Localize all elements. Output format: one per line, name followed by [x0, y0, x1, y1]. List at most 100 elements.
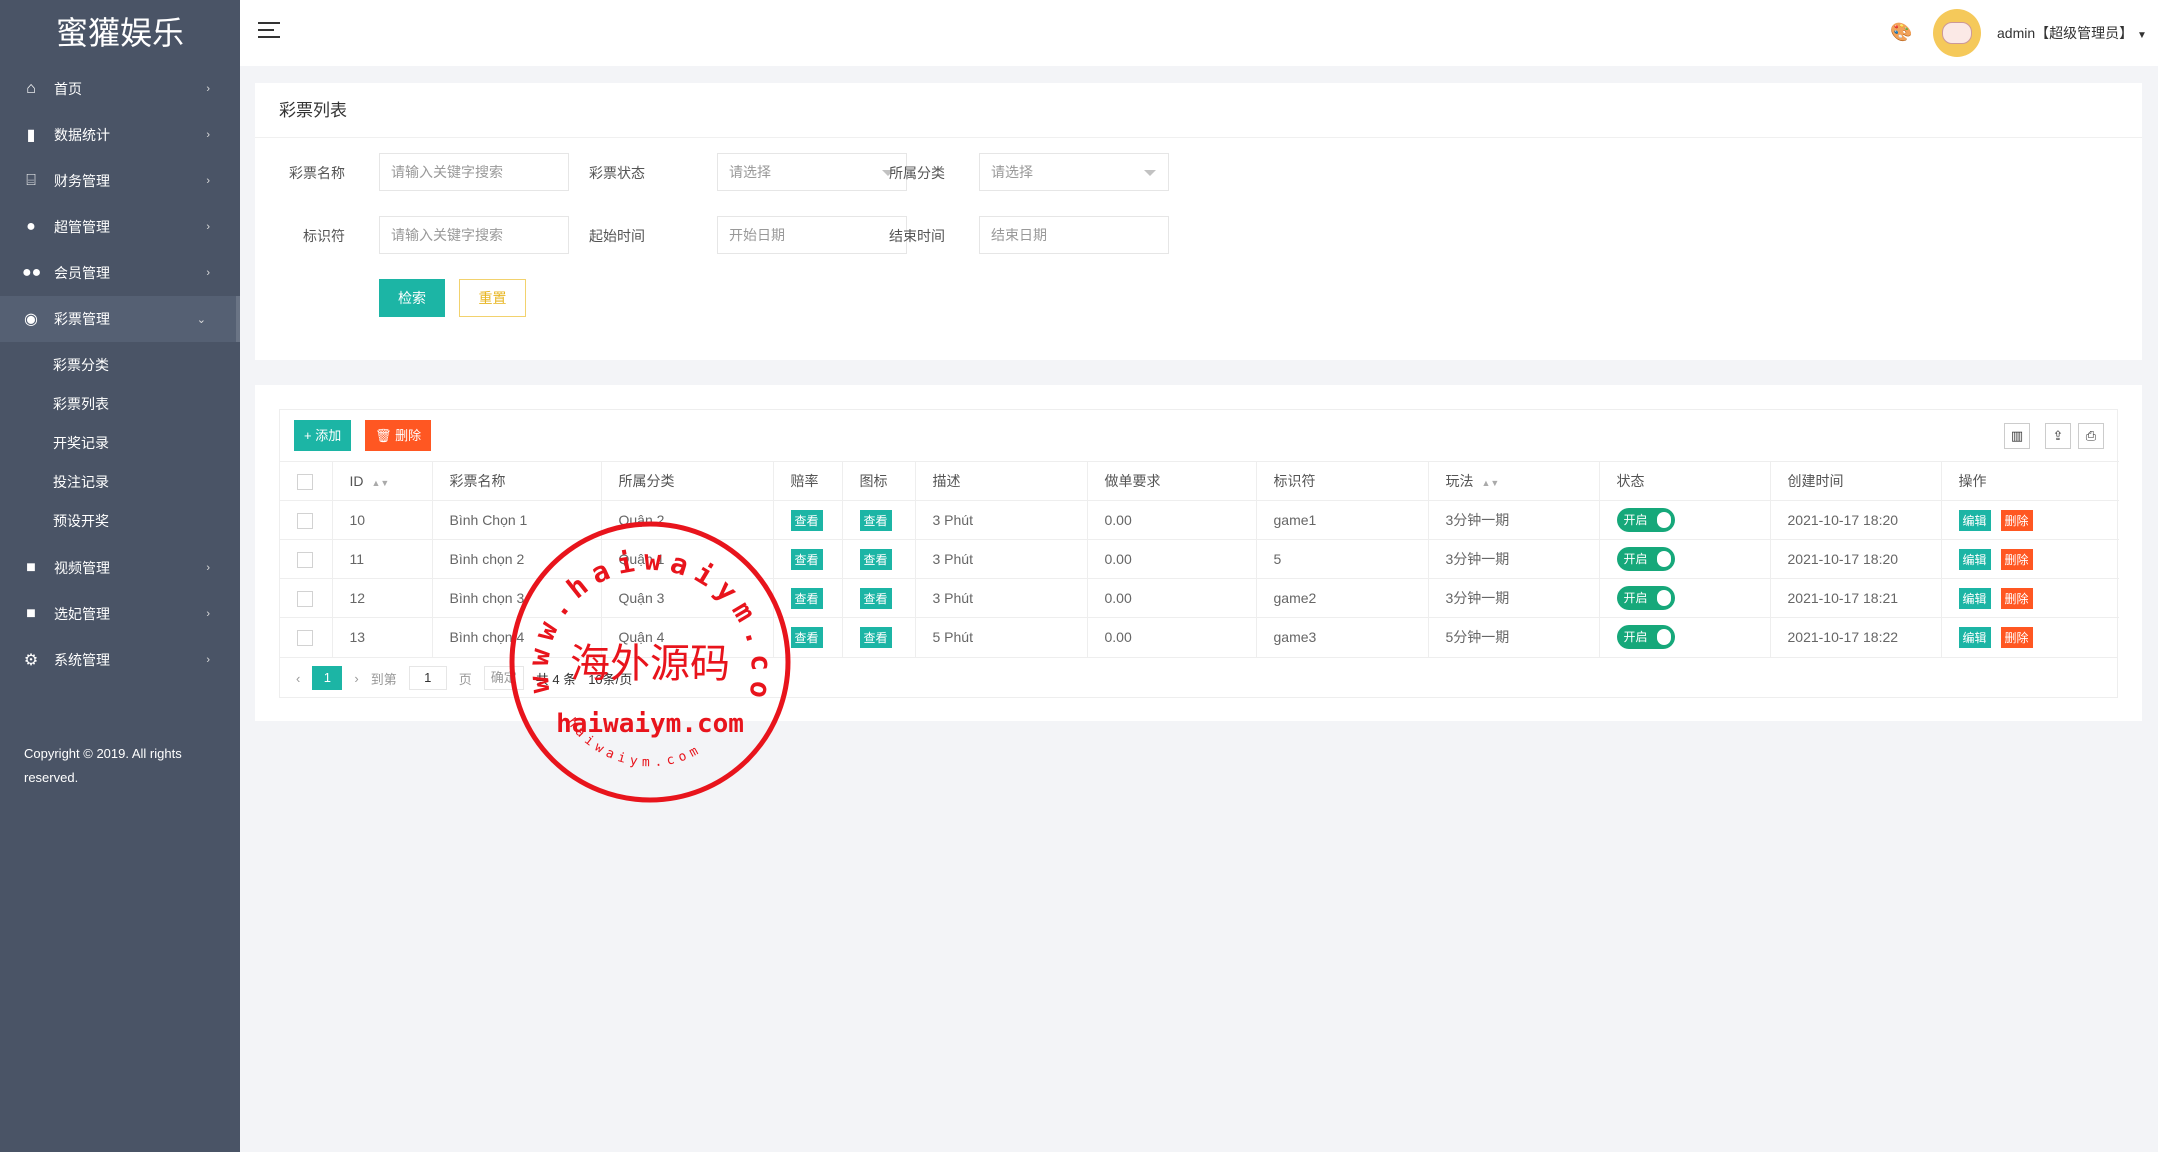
cell-code: game2	[1256, 578, 1429, 618]
export-icon[interactable]: ⇪	[2045, 423, 2071, 449]
cell-id: 12	[332, 578, 433, 618]
cell-created: 2021-10-17 18:21	[1770, 578, 1942, 618]
column-header: 状态	[1599, 461, 1771, 501]
view-odds-button[interactable]: 查看	[790, 587, 823, 609]
edit-button[interactable]: 编辑	[1958, 509, 1991, 531]
view-odds-button[interactable]: 查看	[790, 548, 823, 570]
reset-button[interactable]: 重置	[459, 279, 526, 317]
bar-chart-icon: ▮	[26, 127, 36, 144]
palette-icon[interactable]: 🎨	[1890, 22, 1912, 43]
cell-id: 11	[332, 539, 433, 579]
view-icon-button[interactable]: 查看	[859, 509, 892, 531]
add-button[interactable]: + 添加	[294, 420, 352, 451]
cell-play: 5分钟一期	[1428, 617, 1600, 657]
status-toggle[interactable]: 开启	[1616, 625, 1675, 650]
cell-category: Quận 2	[601, 500, 774, 540]
row-checkbox[interactable]	[297, 629, 313, 646]
delete-button[interactable]: 删除	[2000, 509, 2033, 531]
sidebar-item-1[interactable]: ■ 选妃管理 ›	[0, 591, 240, 637]
sidebar: 蜜獾娱乐 ⌂ 首页 › ▮ 数据统计 › ⌸ 财务管理 › ● 超管管理 › ●● 会员管理 › ◉ 彩票管理 ⌄…	[0, 0, 240, 1152]
view-odds-button[interactable]: 查看	[790, 626, 823, 648]
sidebar-item-2[interactable]: ⚙ 系统管理 ›	[0, 637, 240, 683]
table-row: 12 Bình chọn 3 Quận 3 查看 查看 3 Phút 0.00 …	[280, 578, 2119, 618]
prev-page-icon[interactable]: ‹	[296, 671, 300, 686]
user-menu[interactable]: admin【超级管理员】 ▼	[1997, 23, 2147, 43]
toggle-label: 开启	[1623, 630, 1648, 645]
cell-id: 10	[332, 500, 433, 540]
sidebar-item-label: 彩票管理	[54, 311, 110, 327]
chevron-right-icon: ›	[206, 608, 210, 620]
video-icon: ■	[26, 605, 36, 622]
search-button[interactable]: 检索	[379, 279, 445, 317]
column-header: 描述	[915, 461, 1088, 501]
page-title: 彩票列表	[255, 83, 2142, 138]
end-date-input[interactable]: 结束日期	[979, 216, 1169, 254]
sidebar-item-3[interactable]: ● 超管管理 ›	[0, 204, 240, 250]
column-header[interactable]: 玩法 ▲▼	[1428, 461, 1600, 501]
view-icon-button[interactable]: 查看	[859, 626, 892, 648]
delete-button[interactable]: 删除	[2000, 548, 2033, 570]
status-toggle[interactable]: 开启	[1616, 508, 1675, 532]
delete-button[interactable]: 删除	[2000, 626, 2033, 648]
name-input[interactable]: 请输入关键字搜索	[379, 153, 569, 191]
view-odds-button[interactable]: 查看	[790, 509, 823, 531]
select-all-checkbox[interactable]	[280, 461, 333, 501]
view-icon-button[interactable]: 查看	[859, 587, 892, 609]
sidebar-item-0[interactable]: ⌂ 首页 ›	[0, 66, 240, 112]
per-page-select[interactable]: 10条/页	[588, 669, 632, 688]
column-header: 标识符	[1256, 461, 1429, 501]
sidebar-item-0[interactable]: ■ 视频管理 ›	[0, 545, 240, 591]
sidebar-item-1[interactable]: ▮ 数据统计 ›	[0, 112, 240, 158]
columns-filter-icon[interactable]: ▥	[2004, 423, 2030, 449]
delete-button[interactable]: 删除	[2000, 587, 2033, 609]
category-select[interactable]: 请选择	[979, 153, 1169, 191]
page-input[interactable]: 1	[408, 666, 447, 690]
pagination: ‹ 1 › 到第 1 页 确定 共 4 条 10条/页	[280, 657, 2117, 698]
start-label: 起始时间	[589, 228, 645, 244]
edit-button[interactable]: 编辑	[1958, 626, 1991, 648]
row-checkbox[interactable]	[297, 512, 313, 529]
edit-button[interactable]: 编辑	[1958, 587, 1991, 609]
cell-desc: 3 Phút	[915, 578, 1088, 618]
column-label: 状态	[1616, 473, 1645, 489]
sidebar-item-4[interactable]: ●● 会员管理 ›	[0, 250, 240, 296]
goto-confirm-button[interactable]: 确定	[483, 666, 524, 690]
batch-delete-button[interactable]: 🗑 删除	[365, 420, 432, 451]
data-table: + 添加 🗑 删除 ▥ ⇪ ⎙ ID ▲▼ 彩票名称 所属分类 赔率 图标 描述 做单要求 标识…	[279, 409, 2119, 698]
print-icon[interactable]: ⎙	[2078, 423, 2104, 449]
sidebar-subitem[interactable]: 开奖记录	[0, 424, 240, 463]
column-label: 所属分类	[618, 473, 675, 489]
column-label: 操作	[1958, 473, 1987, 489]
next-page-icon[interactable]: ›	[354, 671, 358, 686]
status-toggle[interactable]: 开启	[1616, 586, 1675, 610]
cell-created: 2021-10-17 18:20	[1770, 539, 1942, 579]
sidebar-item-label: 系统管理	[54, 652, 110, 668]
column-header[interactable]: ID ▲▼	[332, 461, 433, 501]
sidebar-item-2[interactable]: ⌸ 财务管理 ›	[0, 158, 240, 204]
code-input[interactable]: 请输入关键字搜索	[379, 216, 569, 254]
chevron-right-icon: ›	[206, 221, 210, 233]
goto-label: 到第	[370, 671, 397, 687]
column-header: 彩票名称	[432, 461, 602, 501]
sidebar-subitem[interactable]: 预设开奖	[0, 502, 240, 541]
avatar[interactable]	[1933, 9, 1981, 57]
status-label: 彩票状态	[589, 165, 645, 181]
sort-icon[interactable]: ▲▼	[372, 478, 390, 488]
cell-name: Bình chọn 3	[432, 578, 602, 618]
sidebar-subitem[interactable]: 彩票分类	[0, 346, 240, 385]
edit-button[interactable]: 编辑	[1958, 548, 1991, 570]
page-1[interactable]: 1	[312, 666, 343, 690]
sidebar-item-5[interactable]: ◉ 彩票管理 ⌄	[0, 296, 240, 342]
menu-toggle-icon[interactable]	[258, 22, 280, 40]
sidebar-subitem[interactable]: 投注记录	[0, 463, 240, 502]
search-card: 彩票列表 彩票名称 请输入关键字搜索 彩票状态 请选择 所属分类 请选择 标识符…	[255, 83, 2142, 360]
sidebar-subitem[interactable]: 彩票列表	[0, 385, 240, 424]
row-checkbox[interactable]	[297, 590, 313, 607]
sort-icon[interactable]: ▲▼	[1482, 478, 1500, 488]
cell-requirement: 0.00	[1087, 578, 1257, 618]
total-count: 共 4 条	[535, 671, 577, 687]
view-icon-button[interactable]: 查看	[859, 548, 892, 570]
status-toggle[interactable]: 开启	[1616, 547, 1675, 571]
row-checkbox[interactable]	[297, 551, 313, 568]
cell-created: 2021-10-17 18:22	[1770, 617, 1942, 657]
